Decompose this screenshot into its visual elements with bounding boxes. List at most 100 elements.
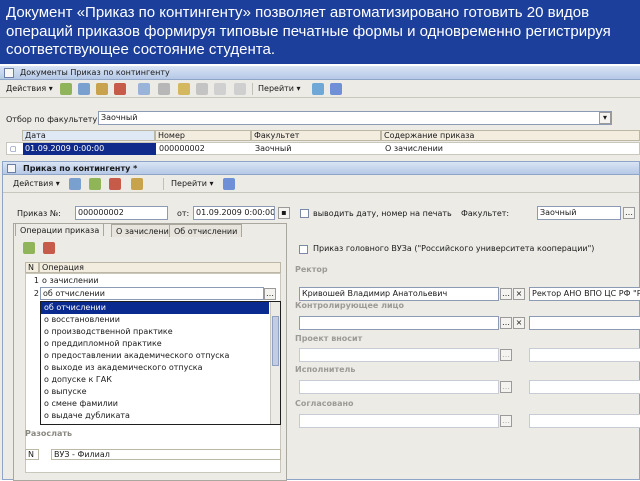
- order-number-label: Приказ №:: [17, 209, 61, 218]
- controller-field[interactable]: [299, 316, 499, 330]
- column-content[interactable]: Содержание приказа: [381, 130, 640, 141]
- settings-icon[interactable]: [234, 83, 246, 95]
- executor-field[interactable]: [299, 380, 499, 394]
- dropdown-item[interactable]: о смене фамилии: [41, 398, 280, 410]
- row-1-operation[interactable]: о зачислении: [40, 275, 278, 287]
- structure-icon[interactable]: [131, 178, 143, 190]
- doc-toolbar: Действия ▾ Перейти ▾: [3, 175, 639, 193]
- add-icon[interactable]: [60, 83, 72, 95]
- doc-window-titlebar: Приказ по контингенту *: [3, 162, 639, 175]
- clear-filter-icon[interactable]: [214, 83, 226, 95]
- distribution-label: Разослать: [25, 429, 73, 438]
- order-number-field[interactable]: 000000002: [75, 206, 168, 220]
- executor-title-field[interactable]: [529, 380, 640, 394]
- dropdown-item[interactable]: об отчислении: [41, 302, 269, 314]
- faculty-label: Факультет:: [461, 209, 510, 218]
- select-button[interactable]: …: [500, 381, 512, 393]
- toolbar-divider: [163, 178, 164, 190]
- edit-icon[interactable]: [96, 83, 108, 95]
- rector-title-field[interactable]: Ректор АНО ВПО ЦС РФ "Р: [529, 287, 640, 301]
- column-operation[interactable]: Операция: [39, 262, 281, 273]
- select-button[interactable]: …: [264, 288, 276, 300]
- column-number[interactable]: Номер: [155, 130, 251, 141]
- project-author-field[interactable]: [299, 348, 499, 362]
- help-icon[interactable]: [330, 83, 342, 95]
- interval-icon[interactable]: [138, 83, 150, 95]
- scrollbar-thumb[interactable]: [272, 316, 279, 366]
- dropdown-item[interactable]: о преддипломной практике: [41, 338, 280, 350]
- row-content[interactable]: О зачислении: [383, 143, 633, 155]
- help-icon[interactable]: [223, 178, 235, 190]
- project-author-label: Проект вносит: [295, 334, 363, 343]
- row-2-number: 2: [33, 289, 39, 298]
- rector-field[interactable]: Кривошей Владимир Анатольевич: [299, 287, 499, 301]
- filter-list-icon[interactable]: [196, 83, 208, 95]
- add-row-icon[interactable]: [23, 242, 35, 254]
- doc-goto-menu[interactable]: Перейти ▾: [171, 178, 214, 190]
- tab-expulsion[interactable]: Об отчислении: [169, 224, 243, 237]
- order-document-window: Приказ по контингенту * Действия ▾ Перей…: [2, 161, 640, 481]
- select-button[interactable]: …: [500, 288, 512, 300]
- executor-label: Исполнитель: [295, 365, 356, 374]
- select-button[interactable]: …: [623, 207, 635, 219]
- doc-window-title: Приказ по контингенту *: [23, 164, 138, 173]
- dropdown-item[interactable]: о допуске к ГАК: [41, 374, 280, 386]
- dropdown-item[interactable]: о восстановлении: [41, 314, 280, 326]
- clear-button[interactable]: ×: [513, 317, 525, 329]
- search-icon[interactable]: [158, 83, 170, 95]
- main-university-checkbox[interactable]: [299, 245, 308, 254]
- table-row[interactable]: ▢ 01.09.2009 0:00:00 000000002 Заочный О…: [6, 142, 640, 155]
- doc-actions-menu[interactable]: Действия ▾: [13, 178, 60, 190]
- column-branch: ВУЗ - Филиал: [51, 449, 281, 460]
- list-goto-menu[interactable]: Перейти ▾: [258, 83, 301, 95]
- chevron-down-icon[interactable]: ▾: [599, 112, 611, 124]
- document-icon: [7, 164, 16, 173]
- faculty-field[interactable]: Заочный: [537, 206, 621, 220]
- documents-list-window: Документы Приказ по контингенту Действия…: [0, 66, 640, 481]
- operation-select-field[interactable]: об отчислении: [40, 287, 264, 300]
- column-n-bottom: N: [25, 449, 39, 460]
- copy-icon[interactable]: [78, 83, 90, 95]
- faculty-filter-field[interactable]: Заочный: [98, 111, 612, 125]
- row-number[interactable]: 000000002: [157, 143, 252, 155]
- filter-icon[interactable]: [178, 83, 190, 95]
- select-button[interactable]: …: [500, 349, 512, 361]
- delete-icon[interactable]: [114, 83, 126, 95]
- print-date-checkbox[interactable]: [300, 209, 309, 218]
- refresh-icon[interactable]: [312, 83, 324, 95]
- main-university-label: Приказ головного ВУЗа ("Российского унив…: [313, 244, 595, 253]
- save-icon[interactable]: [69, 178, 81, 190]
- order-date-label: от:: [177, 209, 190, 218]
- tab-operations[interactable]: Операции приказа: [15, 223, 105, 236]
- order-date-field[interactable]: 01.09.2009 0:00:00: [193, 206, 275, 220]
- dropdown-item[interactable]: о выдаче дубликата: [41, 410, 280, 422]
- column-date[interactable]: Дата: [22, 130, 155, 141]
- calendar-icon[interactable]: ▪: [278, 207, 290, 219]
- controller-title-field[interactable]: [529, 316, 640, 330]
- list-window-title: Документы Приказ по контингенту: [20, 68, 170, 77]
- unpost-icon[interactable]: [109, 178, 121, 190]
- post-icon[interactable]: [89, 178, 101, 190]
- select-button[interactable]: …: [500, 317, 512, 329]
- project-author-title-field[interactable]: [529, 348, 640, 362]
- document-icon: [4, 68, 14, 78]
- clear-button[interactable]: ×: [513, 288, 525, 300]
- row-date[interactable]: 01.09.2009 0:00:00: [23, 143, 156, 155]
- dropdown-item[interactable]: о производственной практике: [41, 326, 280, 338]
- select-button[interactable]: …: [500, 415, 512, 427]
- column-n[interactable]: N: [25, 262, 39, 273]
- slide-caption: Документ «Приказ по контингенту» позволя…: [0, 0, 640, 64]
- dropdown-item[interactable]: о выпуске: [41, 386, 280, 398]
- dropdown-item[interactable]: о предоставлении академического отпуска: [41, 350, 280, 362]
- agreed-title-field[interactable]: [529, 414, 640, 428]
- dropdown-scrollbar[interactable]: [270, 302, 280, 424]
- list-window-titlebar: Документы Приказ по контингенту: [0, 66, 640, 80]
- column-faculty[interactable]: Факультет: [251, 130, 381, 141]
- row-faculty[interactable]: Заочный: [253, 143, 381, 155]
- toolbar-divider: [252, 83, 253, 95]
- dropdown-item[interactable]: о выходе из академического отпуска: [41, 362, 280, 374]
- rector-label: Ректор: [295, 265, 328, 274]
- agreed-field[interactable]: [299, 414, 499, 428]
- list-actions-menu[interactable]: Действия ▾: [6, 83, 53, 95]
- delete-row-icon[interactable]: [43, 242, 55, 254]
